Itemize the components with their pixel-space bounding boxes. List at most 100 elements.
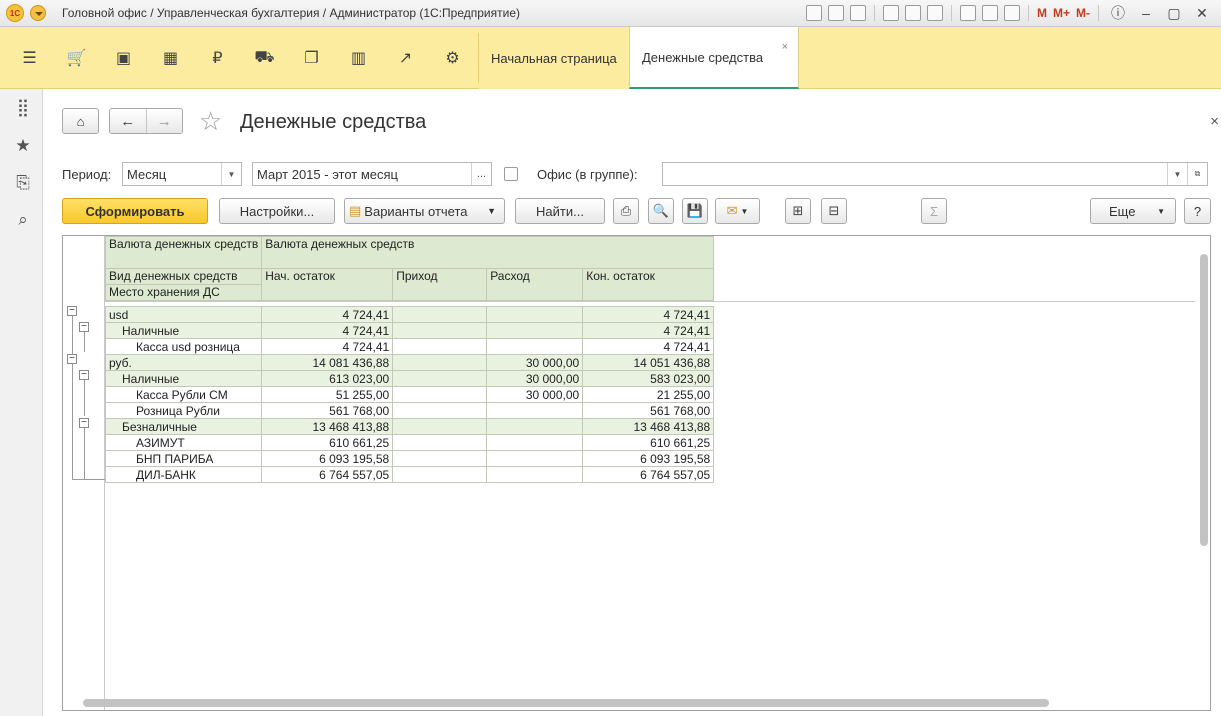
expand-groups-icon[interactable]: ⊞: [785, 198, 811, 224]
open-icon[interactable]: ⧉: [1187, 163, 1207, 185]
cell-in: [392, 450, 488, 467]
memory-minus-button[interactable]: M-: [1076, 6, 1090, 20]
menu-icon[interactable]: ☰: [6, 27, 53, 89]
ruble-icon[interactable]: ₽: [194, 27, 241, 89]
envelope-icon: ✉: [726, 203, 738, 218]
cell-end: 13 468 413,88: [582, 418, 715, 435]
memory-button[interactable]: M: [1037, 6, 1047, 20]
collapse-icon[interactable]: −: [67, 354, 77, 364]
report-spreadsheet[interactable]: − − − − − Валюта денежных средств Валюта…: [62, 235, 1211, 711]
history-icon[interactable]: ⎘: [14, 173, 32, 192]
calculator-icon[interactable]: [959, 5, 976, 21]
help-button[interactable]: ?: [1184, 198, 1211, 224]
cell-start: 613 023,00: [261, 370, 394, 387]
print-icon[interactable]: [827, 5, 844, 21]
favorite-star-icon[interactable]: ☆: [199, 108, 222, 134]
vertical-scrollbar[interactable]: [1198, 242, 1208, 704]
period-select[interactable]: Месяц ▼: [122, 162, 242, 186]
bag-icon[interactable]: ▣: [100, 27, 147, 89]
report-variants-button[interactable]: ▤ Варианты отчета ▼: [344, 198, 505, 224]
table-row: руб. 14 081 436,88 30 000,00 14 051 436,…: [104, 354, 715, 371]
home-button[interactable]: ⌂: [62, 108, 99, 134]
table-row: ДИЛ-БАНК 6 764 557,05 6 764 557,05: [104, 466, 715, 483]
documents-icon[interactable]: ❐: [288, 27, 335, 89]
tab-cash[interactable]: Денежные средства ×: [629, 27, 799, 89]
cell-out: [486, 338, 584, 355]
cell-end: 6 093 195,58: [582, 450, 715, 467]
search-icon[interactable]: ⌕: [14, 210, 32, 229]
chart-icon[interactable]: ▥: [335, 27, 382, 89]
email-button[interactable]: ✉ ▼: [715, 198, 760, 224]
horizontal-scrollbar[interactable]: [83, 699, 1049, 707]
truck-icon[interactable]: ⛟: [241, 27, 288, 89]
info-icon[interactable]: ⓘ: [1107, 4, 1129, 22]
table-row: Касса usd розница 4 724,41 4 724,41: [104, 338, 715, 355]
chevron-down-icon: ▼: [1157, 206, 1165, 216]
office-checkbox[interactable]: [504, 167, 518, 181]
history-icon[interactable]: [926, 5, 943, 21]
find-button[interactable]: Найти...: [515, 198, 605, 224]
cell-end: 4 724,41: [582, 306, 715, 323]
select-period-button[interactable]: ...: [471, 163, 491, 185]
chevron-down-icon[interactable]: ▼: [221, 163, 241, 185]
cell-in: [392, 418, 488, 435]
gear-icon[interactable]: ⚙: [429, 27, 476, 89]
window-titlebar: 1С Головной офис / Управленческая бухгал…: [0, 0, 1221, 27]
collapse-icon[interactable]: −: [79, 418, 89, 428]
folder-icon: ▤: [349, 203, 362, 218]
period-value: Месяц: [127, 166, 167, 182]
tab-home[interactable]: Начальная страница: [479, 27, 629, 89]
maximize-button[interactable]: ▢: [1163, 4, 1185, 22]
cell-out: 30 000,00: [486, 370, 584, 387]
table-row: БНП ПАРИБА 6 093 195,58 6 093 195,58: [104, 450, 715, 467]
cell-end: 583 023,00: [582, 370, 715, 387]
back-arrow-icon[interactable]: ←: [110, 109, 146, 133]
print-icon[interactable]: ⎙: [613, 198, 639, 224]
col-end-header: Кон. остаток: [582, 268, 715, 301]
cell-in: [392, 306, 488, 323]
settings-button[interactable]: Настройки...: [219, 198, 335, 224]
trend-icon[interactable]: ↗: [382, 27, 429, 89]
cell-end: 561 768,00: [582, 402, 715, 419]
preview-icon[interactable]: 🔍: [648, 198, 674, 224]
star-icon[interactable]: ★: [14, 136, 32, 155]
tab-close-icon[interactable]: ×: [782, 41, 788, 53]
tree-line: [84, 428, 85, 480]
close-page-icon[interactable]: ×: [1210, 113, 1219, 130]
period-range-field[interactable]: Март 2015 - этот месяц ...: [252, 162, 492, 186]
collapse-icon[interactable]: −: [67, 306, 77, 316]
report-variants-label: Варианты отчета: [364, 203, 468, 219]
main-menu-button[interactable]: [30, 5, 46, 21]
divider: [1098, 5, 1099, 21]
clipboard-icon[interactable]: [1003, 5, 1020, 21]
grid-icon[interactable]: ▦: [147, 27, 194, 89]
collapse-groups-icon[interactable]: ⊟: [821, 198, 847, 224]
scroll-thumb[interactable]: [1200, 254, 1208, 546]
sum-icon[interactable]: Σ: [921, 198, 947, 224]
generate-button[interactable]: Сформировать: [62, 198, 208, 224]
cart-icon[interactable]: 🛒: [53, 27, 100, 89]
minimize-button[interactable]: –: [1135, 4, 1157, 22]
preview-icon[interactable]: [849, 5, 866, 21]
apps-grid-icon[interactable]: ⣿: [14, 98, 32, 117]
section-panel: ☰ 🛒 ▣ ▦ ₽ ⛟ ❐ ▥ ↗ ⚙ Начальная страница Д…: [0, 27, 1221, 89]
office-input[interactable]: ▼ ⧉: [662, 162, 1208, 186]
close-window-button[interactable]: ✕: [1191, 4, 1213, 22]
favorite-add-icon[interactable]: [882, 5, 899, 21]
favorites-icon[interactable]: [904, 5, 921, 21]
collapse-icon[interactable]: −: [79, 322, 89, 332]
cell-start: 4 724,41: [261, 322, 394, 339]
save-icon[interactable]: [805, 5, 822, 21]
memory-plus-button[interactable]: M+: [1053, 6, 1070, 20]
save-icon[interactable]: 💾: [682, 198, 708, 224]
cell-out: [486, 434, 584, 451]
tree-line: [72, 479, 105, 480]
calendar-icon[interactable]: [981, 5, 998, 21]
collapse-icon[interactable]: −: [79, 370, 89, 380]
col-in-header: Приход: [392, 268, 488, 301]
forward-arrow-icon[interactable]: →: [145, 109, 183, 133]
report-table: Валюта денежных средств Валюта денежных …: [104, 236, 715, 483]
cell-end: 4 724,41: [582, 322, 715, 339]
more-button[interactable]: Еще ▼: [1090, 198, 1176, 224]
chevron-down-icon[interactable]: ▼: [1167, 163, 1187, 185]
